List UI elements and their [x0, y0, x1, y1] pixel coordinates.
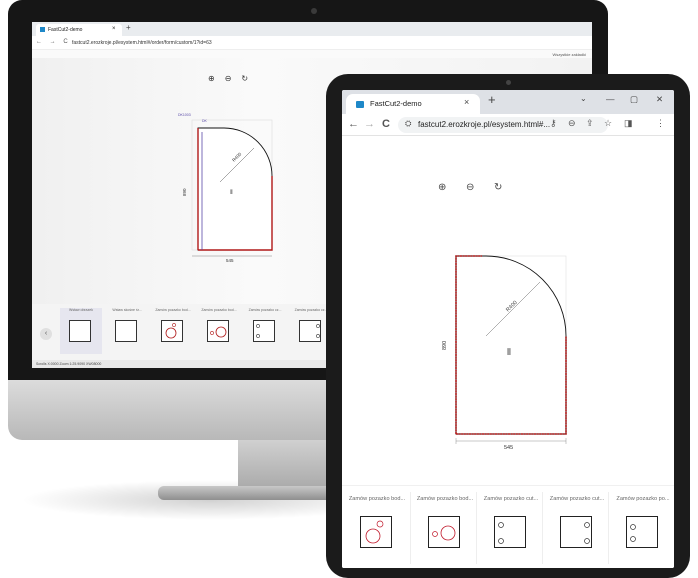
imac-browser-tab[interactable]: FastCut2-demo × [36, 24, 122, 36]
height-label: 890 [442, 341, 448, 350]
imac-thumb[interactable]: Wstaw skośne śr... [106, 308, 148, 354]
imac-thumb[interactable]: Wstaw obrazek [60, 308, 102, 354]
back-icon[interactable]: ← [348, 118, 359, 130]
thumbnail-label: Zamów pozazko bod... [348, 496, 406, 502]
reset-view-icon[interactable]: ↻ [494, 182, 502, 193]
thumbnail-separator [542, 492, 543, 564]
imac-thumb-label: Wstaw skośne śr... [112, 308, 142, 312]
reset-icon[interactable]: ↻ [241, 74, 258, 83]
imac-height-label: 890 [182, 188, 187, 196]
imac-thumb-label: Zamów pozazko bod... [155, 308, 191, 312]
grain-direction-icon: ⦀ [507, 347, 511, 357]
imac-thumb-box [69, 320, 91, 342]
close-icon[interactable]: × [112, 26, 116, 32]
imac-thumb[interactable]: Zamów pozazko bod... [152, 308, 194, 354]
imac-thumb-label: Zamów pozazko cz... [248, 308, 282, 312]
imac-address-bar: ← → C fastcut2.erozkroje.pl/esystem.html… [32, 36, 592, 50]
star-icon[interactable]: ☆ [604, 118, 612, 129]
chevron-down-icon[interactable]: ⌄ [580, 94, 587, 103]
chevron-left-icon[interactable]: ‹ [40, 328, 52, 340]
thumbnail-item[interactable]: Zamów pozazko po... [610, 486, 674, 568]
imac-thumb-label: Zamów pozazko bod... [201, 308, 237, 312]
zoom-out-icon[interactable]: ⊖ [466, 182, 474, 193]
thumbnail-item[interactable]: Zamów pozazko bod... [344, 486, 408, 568]
thumbnail-label: Zamów pozazko cut... [483, 496, 539, 502]
imac-thumb[interactable]: Zamów pozazko cz... [244, 308, 286, 354]
thumbnail-graphic [432, 525, 456, 541]
thumbnail-graphic [365, 520, 384, 544]
thumbnail-label: Zamów pozazko cut... [549, 496, 605, 502]
tablet-device: FastCut2-demo × + ⌄ — ▢ ✕ ← → C ⛭ fastcu… [326, 74, 690, 578]
thumbnail-graphic [584, 522, 590, 544]
countertop-drawing: R400 ⦀ 545 890 [442, 255, 567, 450]
imac-url[interactable]: fastcut2.erozkroje.pl/esystem.html#/orde… [72, 40, 212, 46]
thumbnail-separator [476, 492, 477, 564]
imac-nav-icons[interactable]: ← → C [36, 39, 71, 45]
url-text[interactable]: fastcut2.erozkroje.pl/esystem.html#... [418, 120, 550, 129]
imac-bookmarks[interactable]: Wszystkie zakładki [552, 52, 586, 57]
imac-thumb-box [161, 320, 183, 342]
zoom-in-icon[interactable]: ⊕ [438, 182, 446, 193]
tab-title: FastCut2-demo [370, 99, 422, 108]
reload-icon[interactable]: C [382, 118, 390, 130]
thumbnail-label: Zamów pozazko po... [616, 496, 670, 502]
imac-corner-label-1: DK1003 [178, 113, 191, 117]
imac-thumb-box [207, 320, 229, 342]
share-icon[interactable]: ⇪ [586, 118, 594, 129]
thumbnail-preview [428, 516, 460, 548]
lock-icon[interactable]: ⛭ [405, 119, 411, 129]
favicon-icon [356, 101, 364, 108]
imac-tab-title: FastCut2-demo [48, 27, 83, 33]
thumbnail-preview [626, 516, 658, 548]
thumbnail-item[interactable]: Zamów pozazko cut... [478, 486, 542, 568]
new-tab-button[interactable]: + [488, 92, 496, 107]
browser-tab[interactable]: FastCut2-demo × [346, 94, 480, 114]
thumbnail-separator [608, 492, 609, 564]
thumbnail-preview [560, 516, 592, 548]
imac-shape-outline [197, 127, 273, 251]
imac-corner-label-2: DK [202, 119, 208, 123]
close-icon[interactable]: × [464, 97, 469, 107]
tablet-tabbar: FastCut2-demo × + ⌄ — ▢ ✕ [342, 90, 674, 114]
thumbnail-preview [494, 516, 526, 548]
tablet-screen: FastCut2-demo × + ⌄ — ▢ ✕ ← → C ⛭ fastcu… [342, 90, 674, 568]
imac-zoom-controls[interactable]: ⊕⊖↻ [208, 74, 258, 83]
zoom-icon[interactable]: ⊖ [568, 118, 576, 129]
imac-tabbar: FastCut2-demo × + [32, 22, 592, 36]
menu-icon[interactable]: ⋮ [656, 118, 665, 129]
new-tab-button[interactable]: + [126, 23, 131, 32]
imac-thumb-box [115, 320, 137, 342]
key-icon[interactable]: ⚷ [550, 118, 557, 129]
shape-outline [455, 255, 567, 435]
thumbnail-graphic [498, 522, 504, 544]
thumbnail-separator [410, 492, 411, 564]
minimize-icon[interactable]: — [606, 94, 615, 104]
width-label: 545 [504, 445, 513, 450]
thumbnail-item[interactable]: Zamów pozazko bod... [412, 486, 476, 568]
restore-icon[interactable]: ▢ [630, 94, 638, 105]
imac-thumb-box [253, 320, 275, 342]
grain-icon: ⦀ [230, 189, 233, 196]
zoom-out-icon[interactable]: ⊖ [225, 74, 242, 83]
address-bar: ← → C ⛭ fastcut2.erozkroje.pl/esystem.ht… [342, 114, 674, 136]
tablet-camera [506, 80, 511, 85]
imac-width-label: 545 [226, 258, 234, 263]
imac-thumb-label: Wstaw obrazek [69, 308, 93, 312]
imac-thumb[interactable]: Zamów pozazko bod... [198, 308, 240, 354]
sidebar-icon[interactable]: ◨ [624, 118, 633, 129]
thumbnail-label: Zamów pozazko bod... [416, 496, 474, 502]
thumbnail-strip: Zamów pozazko bod... Zamów pozazko bod..… [342, 485, 674, 568]
imac-thumb-box [299, 320, 321, 342]
zoom-in-icon[interactable]: ⊕ [208, 74, 225, 83]
forward-icon[interactable]: → [364, 118, 375, 130]
thumbnail-item[interactable]: Zamów pozazko cut... [544, 486, 608, 568]
window-close-icon[interactable]: ✕ [656, 94, 663, 105]
favicon-icon [40, 27, 45, 32]
thumbnail-graphic [630, 524, 636, 542]
scene: FastCut2-demo × + ← → C fastcut2.erozkro… [0, 0, 698, 578]
imac-countertop-drawing: R400 ⦀ 545 890 DK1003 DK [178, 113, 273, 263]
url-field[interactable]: ⛭ fastcut2.erozkroje.pl/esystem.html#... [398, 117, 608, 133]
imac-camera [311, 8, 317, 14]
thumbnail-preview [360, 516, 392, 548]
